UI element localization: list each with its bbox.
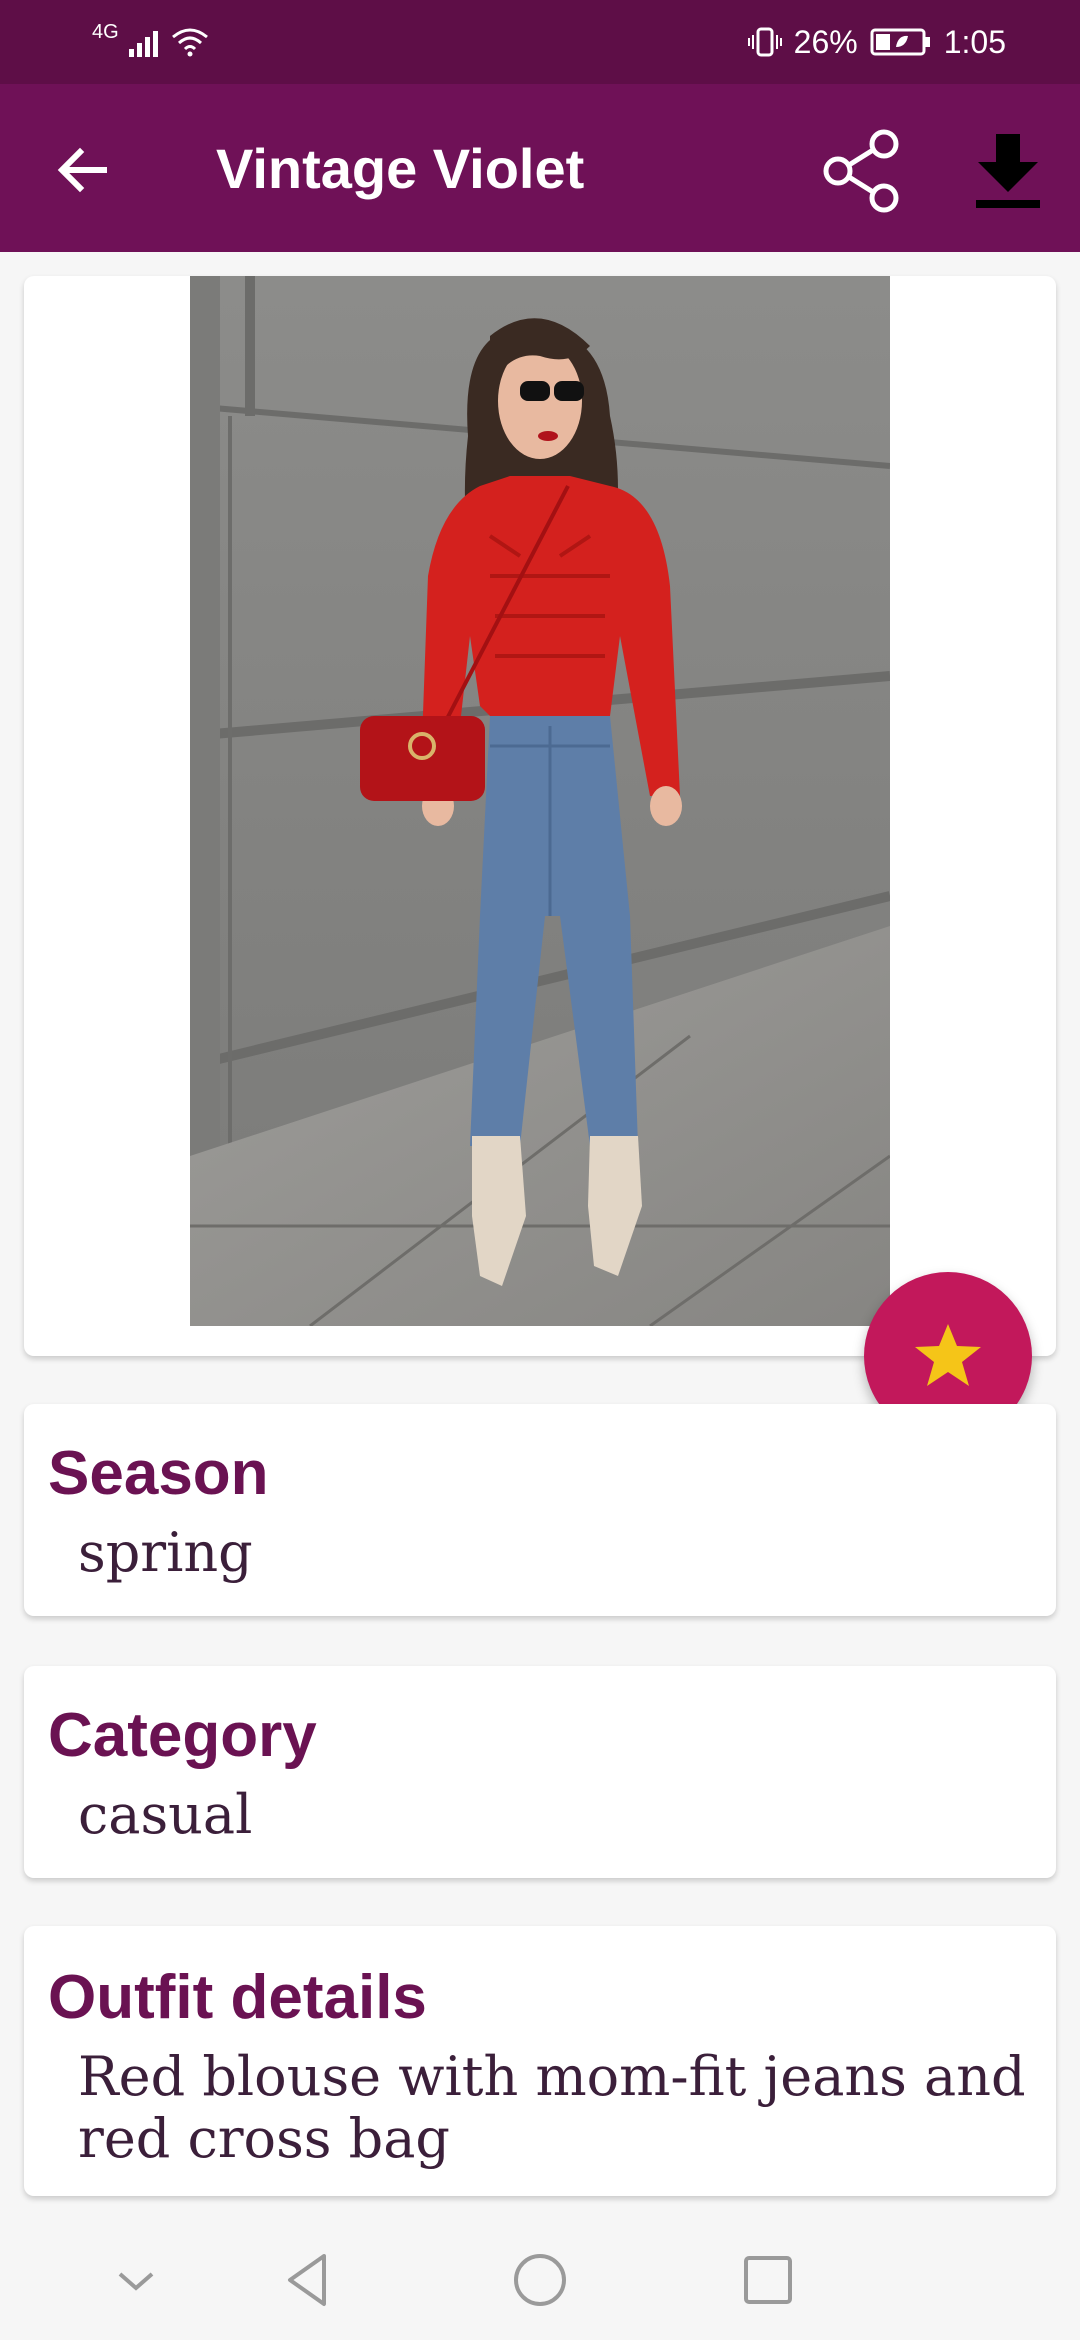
status-left: 4G bbox=[92, 20, 209, 62]
status-right: 26% 1:05 bbox=[747, 22, 1006, 62]
outfit-photo[interactable] bbox=[190, 276, 890, 1326]
page-title: Vintage Violet bbox=[216, 137, 585, 200]
category-value: casual bbox=[78, 1783, 253, 1846]
home-circle-icon bbox=[514, 2254, 566, 2306]
outfit-photo-illustration bbox=[190, 276, 890, 1326]
battery-icon bbox=[870, 28, 930, 56]
back-button[interactable] bbox=[46, 134, 118, 206]
back-triangle-icon bbox=[288, 2254, 326, 2306]
season-card: Season spring bbox=[24, 1404, 1056, 1616]
nav-recents-button[interactable] bbox=[728, 2240, 808, 2320]
network-type: 4G bbox=[92, 20, 119, 43]
season-title: Season bbox=[48, 1439, 269, 1508]
recents-square-icon bbox=[744, 2256, 792, 2304]
app-bar: Vintage Violet bbox=[0, 84, 1080, 252]
vibrate-icon bbox=[747, 27, 782, 57]
arrow-left-icon bbox=[57, 147, 107, 193]
system-nav-bar bbox=[0, 2212, 1080, 2340]
star-icon bbox=[915, 1324, 981, 1386]
category-card: Category casual bbox=[24, 1666, 1056, 1878]
chevron-down-icon bbox=[118, 2272, 154, 2291]
outfit-details-card: Outfit details Red blouse with mom-fit j… bbox=[24, 1926, 1056, 2196]
download-icon bbox=[976, 134, 1040, 208]
wifi-icon bbox=[171, 28, 208, 57]
outfit-details-title: Outfit details bbox=[48, 1963, 427, 2032]
signal-icon bbox=[128, 31, 158, 57]
download-button[interactable] bbox=[968, 128, 1048, 214]
battery-percent: 26% bbox=[793, 23, 858, 60]
outfit-details-value: Red blouse with mom-fit jeans and red cr… bbox=[78, 2045, 1026, 2170]
nav-hide-keyboard-button[interactable] bbox=[96, 2240, 176, 2320]
share-button[interactable] bbox=[822, 128, 908, 214]
status-bar: 4G 26% 1:05 bbox=[0, 0, 1080, 84]
nav-back-button[interactable] bbox=[268, 2240, 348, 2320]
nav-home-button[interactable] bbox=[500, 2240, 580, 2320]
clock: 1:05 bbox=[943, 23, 1006, 60]
season-value: spring bbox=[78, 1521, 253, 1584]
image-card bbox=[24, 276, 1056, 1356]
category-title: Category bbox=[48, 1701, 317, 1770]
share-icon bbox=[823, 129, 899, 213]
